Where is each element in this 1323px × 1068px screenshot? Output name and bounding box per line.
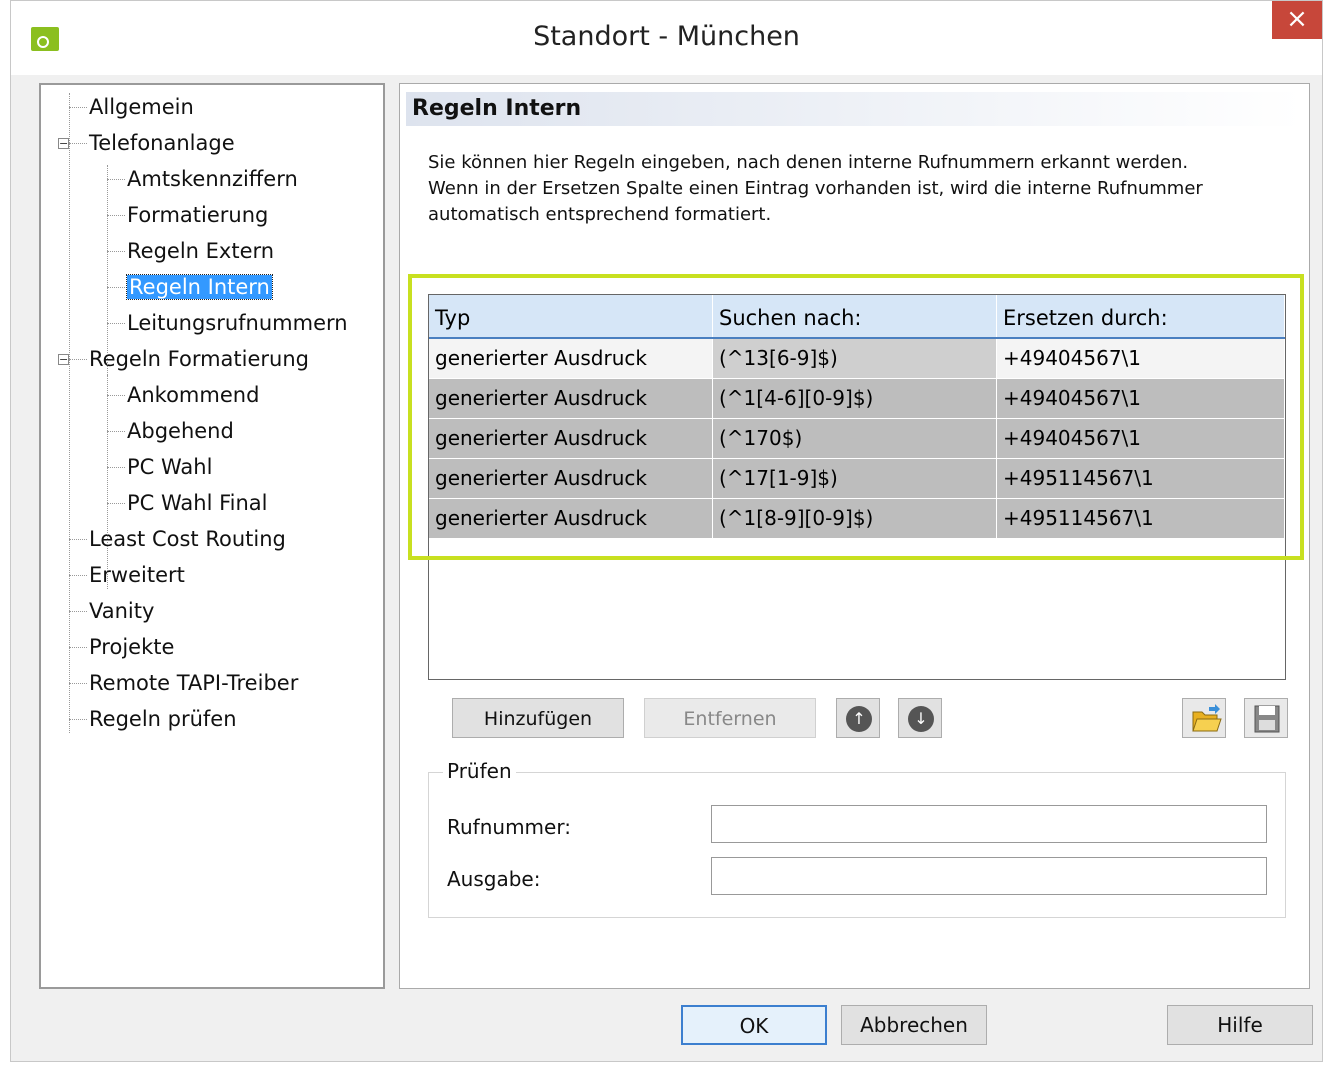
tree-connector bbox=[69, 359, 87, 360]
tree-item[interactable]: Abgehend bbox=[127, 417, 234, 445]
output-label: Ausgabe: bbox=[447, 867, 541, 891]
tree-connector bbox=[107, 375, 108, 589]
navigation-tree: Allgemein Telefonanlage − Amtskennziffern Fo… bbox=[39, 83, 385, 989]
tree-item-label: Erweitert bbox=[89, 563, 185, 587]
tree-item[interactable]: Amtskennziffern bbox=[127, 165, 298, 193]
add-button[interactable]: Hinzufügen bbox=[452, 698, 624, 738]
dialog-window: Standort - München × Allgemein Telefonanl… bbox=[10, 0, 1323, 1062]
tree-item[interactable]: Regeln Formatierung bbox=[89, 345, 309, 373]
tree-item[interactable]: Erweitert bbox=[89, 561, 185, 589]
tree-connector bbox=[107, 251, 125, 252]
tree-connector bbox=[107, 215, 125, 216]
tree-connector bbox=[107, 467, 125, 468]
tree-connector bbox=[107, 431, 125, 432]
tree-item[interactable]: Regeln Intern bbox=[126, 273, 273, 301]
highlight-frame bbox=[408, 274, 1304, 560]
collapse-icon[interactable]: − bbox=[58, 138, 69, 149]
tree-item[interactable]: Telefonanlage bbox=[89, 129, 235, 157]
tree-item-label: Allgemein bbox=[89, 95, 194, 119]
tree-item-label: Formatierung bbox=[127, 203, 269, 227]
tree-item[interactable]: Allgemein bbox=[89, 93, 194, 121]
tree-connector bbox=[107, 287, 125, 288]
output-field[interactable] bbox=[711, 857, 1267, 895]
tree-connector bbox=[107, 395, 125, 396]
tree-item[interactable]: PC Wahl Final bbox=[127, 489, 268, 517]
number-label: Rufnummer: bbox=[447, 815, 571, 839]
arrow-down-icon: ↓ bbox=[908, 706, 934, 732]
description: Sie können hier Regeln eingeben, nach de… bbox=[428, 150, 1288, 228]
remove-button[interactable]: Entfernen bbox=[644, 698, 816, 738]
tree-item-label: Leitungsrufnummern bbox=[127, 311, 348, 335]
section-title: Regeln Intern bbox=[406, 92, 1303, 126]
tree-item[interactable]: Vanity bbox=[89, 597, 154, 625]
description-line: Sie können hier Regeln eingeben, nach de… bbox=[428, 152, 1189, 173]
ok-button[interactable]: OK bbox=[681, 1005, 827, 1045]
tree-connector bbox=[107, 323, 125, 324]
tree-connector bbox=[69, 647, 87, 648]
tree-item-label: Abgehend bbox=[127, 419, 234, 443]
description-line: Wenn in der Ersetzen Spalte einen Eintra… bbox=[428, 178, 1203, 199]
tree-connector bbox=[69, 611, 87, 612]
description-line: automatisch entsprechend formatiert. bbox=[428, 204, 772, 225]
tree-item-label: Regeln Intern bbox=[126, 274, 273, 300]
tree-connector bbox=[107, 503, 125, 504]
close-button[interactable]: × bbox=[1272, 1, 1322, 39]
tree-item[interactable]: Leitungsrufnummern bbox=[127, 309, 348, 337]
window-title: Standort - München bbox=[533, 21, 800, 52]
tree-item-label: Amtskennziffern bbox=[127, 167, 298, 191]
collapse-icon[interactable]: − bbox=[58, 354, 69, 365]
cancel-button[interactable]: Abbrechen bbox=[841, 1005, 987, 1045]
tree-connector bbox=[69, 719, 87, 720]
tree-item[interactable]: Remote TAPI-Treiber bbox=[89, 669, 298, 697]
check-group: Prüfen Rufnummer: Ausgabe: bbox=[428, 759, 1286, 918]
tree-item-label: Regeln prüfen bbox=[89, 707, 237, 731]
tree-connector bbox=[69, 683, 87, 684]
move-down-button[interactable]: ↓ bbox=[898, 698, 942, 738]
help-button[interactable]: Hilfe bbox=[1167, 1005, 1313, 1045]
tree-item-label: Projekte bbox=[89, 635, 175, 659]
tree-item-label: Regeln Extern bbox=[127, 239, 275, 263]
save-button[interactable] bbox=[1244, 698, 1288, 738]
tree-item[interactable]: Regeln prüfen bbox=[89, 705, 237, 733]
tree-item-label: PC Wahl Final bbox=[127, 491, 268, 515]
tree-item-label: PC Wahl bbox=[127, 455, 213, 479]
tree-connector bbox=[69, 107, 87, 108]
move-up-button[interactable]: ↑ bbox=[836, 698, 880, 738]
disk-icon bbox=[1254, 705, 1280, 733]
group-legend: Prüfen bbox=[443, 759, 516, 783]
content-panel: Regeln Intern Sie können hier Regeln ein… bbox=[399, 83, 1310, 989]
tree-item[interactable]: Least Cost Routing bbox=[89, 525, 286, 553]
tree-item[interactable]: Ankommend bbox=[127, 381, 259, 409]
number-input[interactable] bbox=[711, 805, 1267, 843]
tree-item-label: Remote TAPI-Treiber bbox=[89, 671, 299, 695]
tree-item[interactable]: Regeln Extern bbox=[127, 237, 274, 265]
tree-item[interactable]: PC Wahl bbox=[127, 453, 212, 481]
folder-icon bbox=[1192, 704, 1222, 732]
tree-connector bbox=[69, 143, 87, 144]
tree-connector bbox=[69, 93, 70, 733]
tree-connector bbox=[69, 539, 87, 540]
tree-item-label: Regeln Formatierung bbox=[89, 347, 309, 371]
open-folder-button[interactable] bbox=[1182, 698, 1226, 738]
tree-connector bbox=[69, 575, 87, 576]
arrow-up-icon: ↑ bbox=[846, 706, 872, 732]
tree-item-label: Least Cost Routing bbox=[89, 527, 286, 551]
tree-item-label: Vanity bbox=[89, 599, 155, 623]
tree-item-label: Ankommend bbox=[127, 383, 260, 407]
tree-item-label: Telefonanlage bbox=[89, 131, 235, 155]
title-bar: Standort - München × bbox=[11, 1, 1322, 75]
tree-connector bbox=[107, 179, 125, 180]
tree-item[interactable]: Formatierung bbox=[127, 201, 268, 229]
tree-item[interactable]: Projekte bbox=[89, 633, 174, 661]
